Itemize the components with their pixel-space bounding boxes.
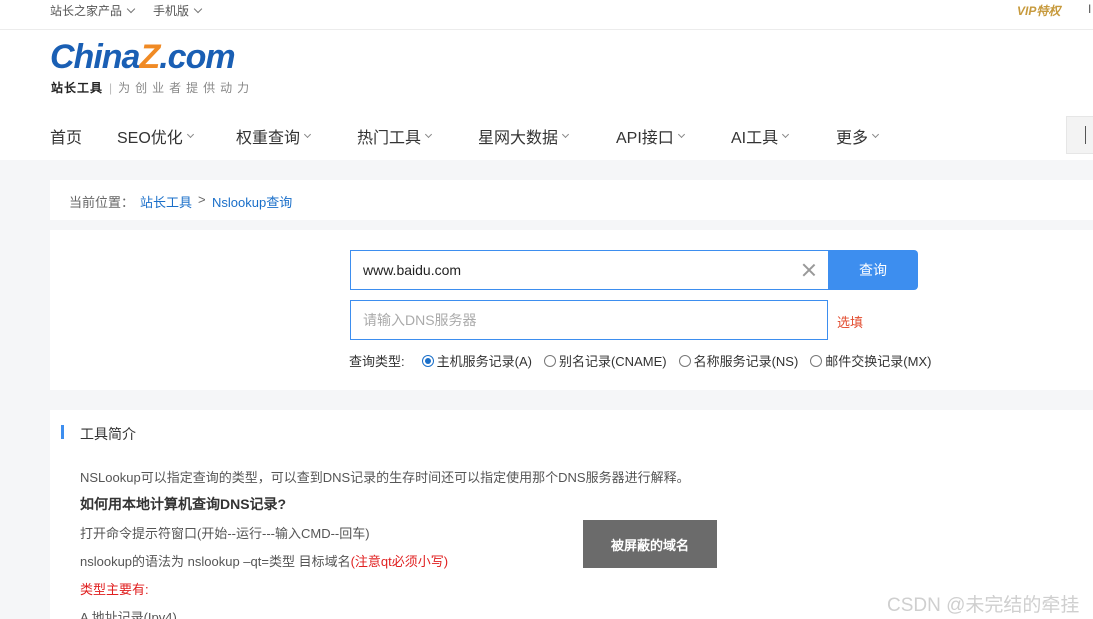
- top-utility-bar: 站长之家产品 手机版 VIP特权 I: [0, 0, 1093, 30]
- brand-name: 站长工具: [51, 81, 104, 95]
- site-slogan: 站长工具 | 为创业者提供动力: [51, 79, 254, 96]
- radio-unchecked-icon: [810, 354, 823, 367]
- breadcrumb-link-nslookup[interactable]: Nslookup查询: [212, 192, 292, 211]
- optional-label: 选填: [837, 315, 864, 330]
- intro-type-a: A 地址记录(Ipv4): [80, 610, 177, 619]
- breadcrumb-separator: >: [198, 192, 206, 207]
- nav-item-api[interactable]: API接口: [616, 124, 685, 148]
- chevron-down-icon: [782, 130, 790, 138]
- chevron-down-icon: [871, 130, 880, 138]
- section-accent-bar: [61, 425, 64, 439]
- chevron-down-icon: [186, 130, 194, 138]
- radio-unchecked-icon: [678, 354, 691, 367]
- main-nav: 首页 SEO优化 权重查询 热门工具 星网大数据 API接口 AI工具 更多: [0, 120, 1093, 150]
- text-cursor-icon: [1085, 126, 1086, 144]
- dns-server-input[interactable]: [351, 301, 821, 339]
- query-button[interactable]: 查询: [828, 250, 918, 290]
- intro-heading: 如何用本地计算机查询DNS记录?: [80, 496, 287, 512]
- topbar-right-item[interactable]: I: [1088, 2, 1091, 16]
- chinaz-logo[interactable]: ChinaZ.com: [50, 38, 236, 77]
- dns-input-wrapper: [350, 300, 828, 340]
- nav-item-big-data[interactable]: 星网大数据: [478, 124, 570, 148]
- query-type-group: 查询类型: 主机服务记录(A) 别名记录(CNAME) 名称服务记录(NS) 邮…: [349, 351, 943, 370]
- query-type-label: 查询类型:: [349, 354, 405, 369]
- radio-type-ns[interactable]: 名称服务记录(NS): [678, 351, 798, 370]
- query-panel: 查询 选填 查询类型: 主机服务记录(A) 别名记录(CNAME) 名称服务记录…: [50, 230, 1093, 390]
- nav-search-box[interactable]: [1066, 116, 1093, 154]
- intro-step: 打开命令提示符窗口(开始--运行---输入CMD--回车): [80, 526, 370, 541]
- chevron-down-icon: [561, 130, 570, 138]
- intro-paragraph: NSLookup可以指定查询的类型，可以查到DNS记录的生存时间还可以指定使用那…: [80, 470, 690, 485]
- products-menu-label: 站长之家产品: [50, 4, 123, 18]
- site-header: ChinaZ.com 站长工具 | 为创业者提供动力 首页 SEO优化 权重查询…: [0, 30, 1093, 160]
- radio-type-a[interactable]: 主机服务记录(A): [421, 351, 532, 370]
- chevron-down-icon: [424, 130, 433, 138]
- nav-item-home[interactable]: 首页: [50, 124, 82, 148]
- radio-type-cname[interactable]: 别名记录(CNAME): [543, 351, 667, 370]
- csdn-watermark: CSDN @未完结的牵挂: [887, 595, 1080, 616]
- products-menu[interactable]: 站长之家产品: [50, 2, 136, 19]
- nav-item-seo[interactable]: SEO优化: [117, 124, 194, 148]
- mobile-menu[interactable]: 手机版: [153, 2, 203, 19]
- mobile-menu-label: 手机版: [153, 4, 190, 18]
- chevron-down-icon: [193, 4, 203, 13]
- nav-item-weight[interactable]: 权重查询: [236, 124, 312, 148]
- domain-input-wrapper: [350, 250, 828, 290]
- intro-syntax: nslookup的语法为 nslookup –qt=类型 目标域名(注意qt必须…: [80, 554, 449, 569]
- radio-checked-icon: [421, 354, 434, 367]
- nav-item-ai-tools[interactable]: AI工具: [731, 124, 790, 148]
- nav-item-more[interactable]: 更多: [836, 124, 880, 148]
- clear-icon[interactable]: [801, 262, 817, 278]
- radio-unchecked-icon: [543, 354, 556, 367]
- breadcrumb: 当前位置： 站长工具 > Nslookup查询: [50, 180, 1093, 220]
- slogan-text: 为创业者提供动力: [118, 81, 255, 95]
- nav-item-hot-tools[interactable]: 热门工具: [357, 124, 433, 148]
- breadcrumb-link-webmaster-tools[interactable]: 站长工具: [140, 192, 192, 211]
- intro-types-heading: 类型主要有:: [80, 582, 149, 597]
- chevron-down-icon: [126, 4, 136, 13]
- vip-link[interactable]: VIP特权: [1017, 2, 1060, 19]
- radio-type-mx[interactable]: 邮件交换记录(MX): [810, 351, 931, 370]
- section-title: 工具简介: [80, 426, 136, 442]
- divider: |: [109, 80, 113, 95]
- breadcrumb-label: 当前位置：: [69, 195, 135, 210]
- chevron-down-icon: [303, 130, 312, 138]
- tool-intro-section: 工具简介 NSLookup可以指定查询的类型，可以查到DNS记录的生存时间还可以…: [50, 410, 1093, 619]
- chevron-down-icon: [677, 130, 685, 138]
- blocked-domain-toast: 被屏蔽的域名: [583, 520, 717, 568]
- syntax-note: (注意qt必须小写): [350, 554, 449, 569]
- domain-input[interactable]: [351, 251, 781, 289]
